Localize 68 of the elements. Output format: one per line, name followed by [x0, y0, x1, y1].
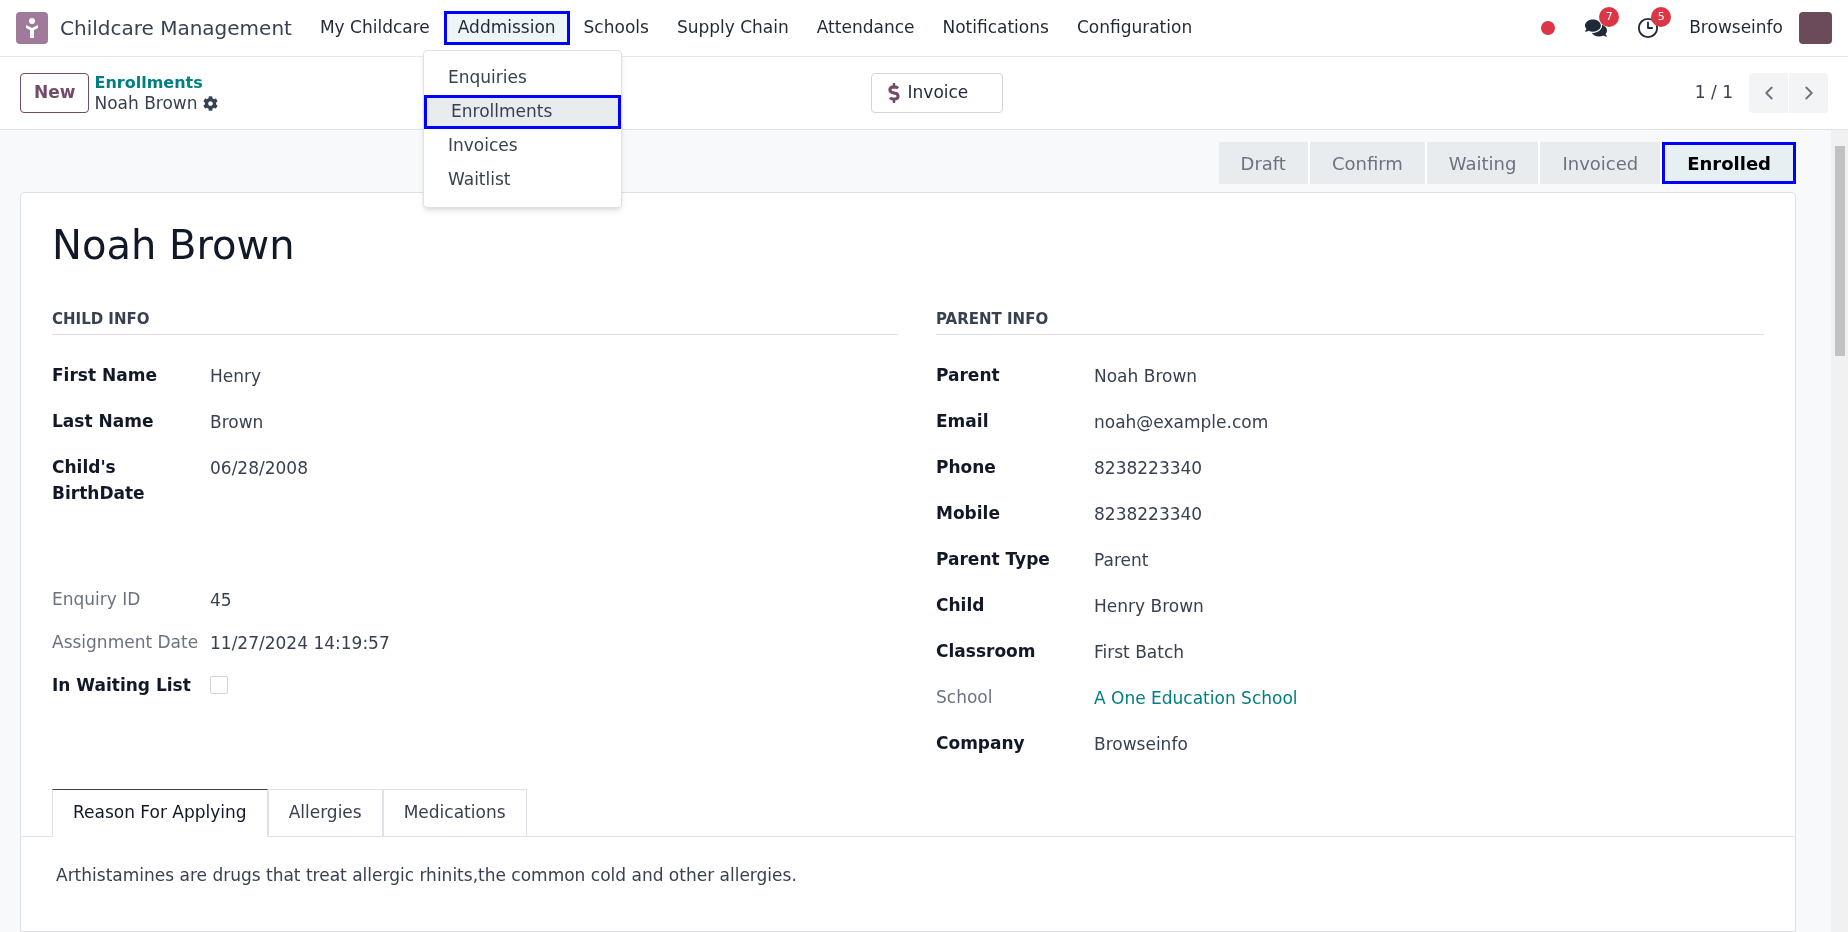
record-title: Noah Brown [51, 221, 296, 269]
field-label: First Name [52, 364, 158, 387]
field-label: Assignment Date [52, 631, 200, 654]
menu-item[interactable]: My Childcare [305, 11, 444, 45]
waiting-list-checkbox[interactable] [210, 676, 228, 694]
menu-item[interactable]: Addmission [443, 11, 570, 45]
field-label: Child [936, 594, 986, 617]
dropdown-item[interactable]: Invoices [424, 129, 621, 163]
activity-clock-icon[interactable] [1637, 17, 1660, 39]
menu-item[interactable]: Notifications [928, 11, 1063, 45]
breadcrumb-link[interactable]: Enrollments [94, 72, 218, 93]
field-value: 8238223340 [1094, 457, 1203, 480]
menu-item[interactable]: Configuration [1062, 11, 1207, 45]
menu-item[interactable]: Attendance [802, 11, 929, 45]
section-heading: CHILD INFO [52, 310, 150, 328]
status-stage[interactable]: Draft [1218, 142, 1310, 184]
dropdown-item[interactable]: Enrollments [424, 95, 621, 129]
dropdown-item[interactable]: Waitlist [424, 163, 621, 197]
school-link[interactable]: A One Education School [1094, 685, 1298, 712]
field-label: Child's BirthDate [52, 456, 146, 505]
messages-count: 7 [1599, 7, 1620, 27]
field-value: First Batch [1094, 641, 1185, 664]
previous-button[interactable] [1749, 73, 1788, 113]
app-logo-icon[interactable] [16, 12, 48, 44]
activities-count: 5 [1651, 7, 1672, 27]
status-stage[interactable]: Enrolled [1662, 142, 1796, 184]
next-button[interactable] [1789, 73, 1828, 113]
invoice-button[interactable]: Invoice [870, 73, 1003, 113]
field-value: 11/27/2024 14:19:57 [210, 632, 390, 655]
field-label: Company [936, 732, 1026, 755]
field-label: Email [936, 410, 990, 433]
user-name[interactable]: Browseinfo [1689, 15, 1783, 41]
status-stage[interactable]: Waiting [1426, 142, 1541, 184]
field-value: Henry [210, 365, 262, 388]
field-label: In Waiting List [52, 674, 192, 697]
messages-icon[interactable] [1585, 17, 1608, 39]
field-label: Mobile [936, 502, 1001, 525]
menu-item[interactable]: Schools [569, 11, 663, 45]
field-label: School [936, 686, 994, 709]
status-stage[interactable]: Invoiced [1540, 142, 1663, 184]
field-label: Classroom [936, 640, 1037, 663]
field-label: Parent [936, 364, 1001, 387]
field-value: Noah Brown [1094, 365, 1198, 388]
notebook-tab[interactable]: Allergies [267, 789, 383, 837]
field-value: Henry Brown [1094, 595, 1204, 618]
notebook-tab[interactable]: Medications [382, 789, 527, 837]
field-value: Browseinfo [1094, 733, 1188, 756]
status-stage[interactable]: Confirm [1309, 142, 1427, 184]
menu-item[interactable]: Supply Chain [662, 11, 803, 45]
record-name: Noah Brown [94, 93, 198, 114]
tab-content-text: Arthistamines are drugs that treat allergic rhinits,the common cold and other allergies. [55, 864, 798, 887]
field-label: Last Name [52, 410, 155, 433]
field-label: Parent Type [936, 548, 1051, 571]
pager-value: 1 / 1 [1694, 81, 1733, 105]
dropdown-item[interactable]: Enquiries [424, 61, 621, 95]
app-title: Childcare Management [60, 15, 292, 42]
field-value: 45 [210, 589, 232, 612]
field-value: 06/28/2008 [210, 457, 308, 480]
field-value: noah@example.com [1094, 411, 1269, 434]
section-heading: PARENT INFO [936, 310, 1049, 328]
field-value: Parent [1094, 549, 1149, 572]
new-button[interactable]: New [20, 73, 90, 113]
field-value: 8238223340 [1094, 503, 1203, 526]
field-label: Phone [936, 456, 997, 479]
field-label: Enquiry ID [52, 588, 142, 611]
field-value: Brown [210, 411, 264, 434]
notebook-tab[interactable]: Reason For Applying [52, 789, 268, 837]
settings-icon[interactable] [202, 96, 218, 111]
